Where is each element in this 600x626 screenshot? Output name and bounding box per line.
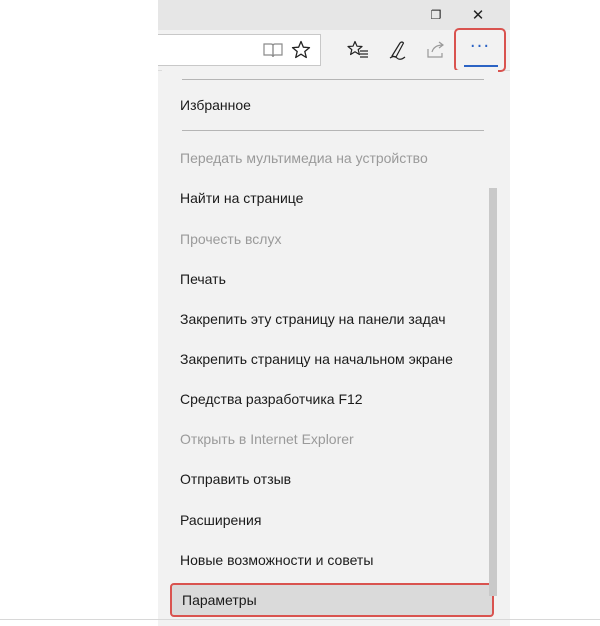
menu-item-label: Новые возможности и советы	[180, 552, 374, 568]
menu-item-pin-to-start[interactable]: Закрепить страницу на начальном экране	[162, 344, 494, 374]
menu-item-find-on-page[interactable]: Найти на странице	[162, 183, 494, 213]
menu-item-pin-to-taskbar[interactable]: Закрепить эту страницу на панели задач	[162, 304, 494, 334]
more-actions-button[interactable]: ···	[454, 28, 506, 72]
favorite-star-icon[interactable]	[286, 35, 316, 65]
menu-item-print[interactable]: Печать	[162, 264, 494, 294]
menu-item-cast-media: Передать мультимедиа на устройство	[162, 143, 494, 173]
menu-item-label: Расширения	[180, 512, 262, 528]
menu-separator	[182, 79, 484, 80]
menu-scrollbar[interactable]	[489, 188, 497, 596]
favorites-hub-icon[interactable]	[343, 35, 373, 65]
menu-item-label: Найти на странице	[180, 190, 304, 206]
menu-item-label: Прочесть вслух	[180, 231, 282, 247]
close-window-button[interactable]: ✕	[458, 0, 498, 30]
edge-browser-window: ❐ ✕ ··· Избранное Передать мультимедиа н…	[158, 0, 510, 626]
menu-separator	[182, 130, 484, 131]
menu-item-developer-tools[interactable]: Средства разработчика F12	[162, 384, 494, 414]
menu-item-label: Закрепить эту страницу на панели задач	[180, 311, 446, 327]
menu-item-label: Параметры	[182, 592, 257, 608]
menu-item-open-in-ie: Открыть в Internet Explorer	[162, 424, 494, 454]
menu-item-label: Отправить отзыв	[180, 471, 292, 487]
menu-item-favorites[interactable]: Избранное	[162, 90, 494, 120]
ellipsis-icon: ···	[469, 36, 491, 57]
menu-item-settings[interactable]: Параметры	[170, 583, 494, 617]
menu-item-read-aloud: Прочесть вслух	[162, 224, 494, 254]
menu-item-label: Открыть в Internet Explorer	[180, 431, 354, 447]
menu-item-label: Избранное	[180, 97, 251, 113]
share-icon[interactable]	[421, 35, 451, 65]
menu-item-whats-new[interactable]: Новые возможности и советы	[162, 545, 494, 575]
screenshot-canvas: ❐ ✕ ··· Избранное Передать мультимедиа н…	[0, 0, 600, 626]
menu-item-extensions[interactable]: Расширения	[162, 505, 494, 535]
restore-window-button[interactable]: ❐	[416, 0, 456, 30]
more-actions-menu: Избранное Передать мультимедиа на устрой…	[162, 70, 498, 626]
active-indicator	[464, 65, 498, 67]
menu-item-label: Средства разработчика F12	[180, 391, 363, 407]
address-bar[interactable]	[158, 34, 321, 66]
menu-item-label: Печать	[180, 271, 226, 287]
web-note-icon[interactable]	[383, 35, 413, 65]
menu-item-send-feedback[interactable]: Отправить отзыв	[162, 464, 494, 494]
restore-icon: ❐	[430, 8, 442, 22]
close-icon: ✕	[471, 6, 485, 24]
menu-item-label: Передать мультимедиа на устройство	[180, 150, 428, 166]
reading-view-icon[interactable]	[258, 35, 288, 65]
menu-item-label: Закрепить страницу на начальном экране	[180, 351, 453, 367]
title-bar: ❐ ✕	[158, 0, 510, 30]
page-divider	[0, 619, 600, 620]
